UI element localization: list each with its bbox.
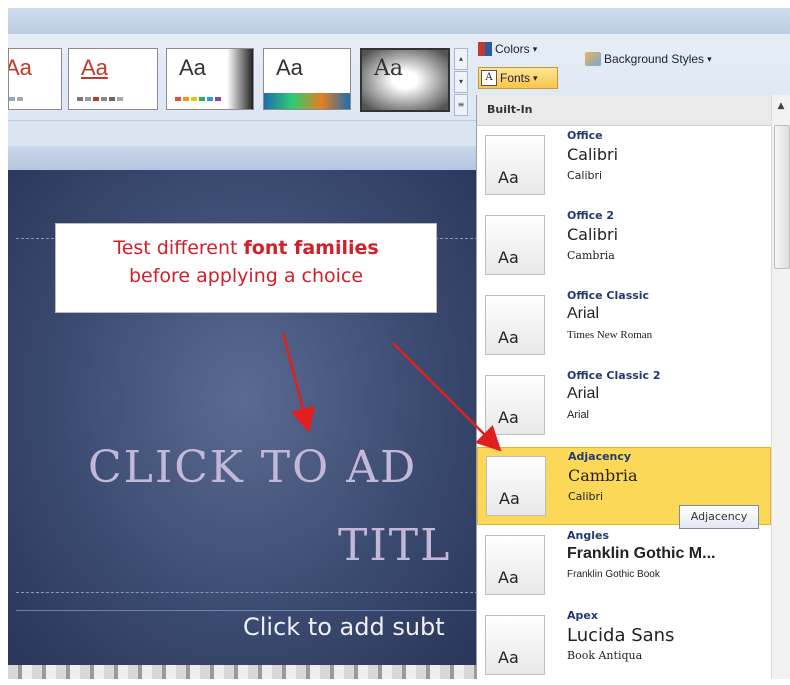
arrow-to-slide-title xyxy=(281,332,315,433)
annotation-arrows xyxy=(281,332,502,452)
arrow-to-adjacency xyxy=(392,342,502,452)
